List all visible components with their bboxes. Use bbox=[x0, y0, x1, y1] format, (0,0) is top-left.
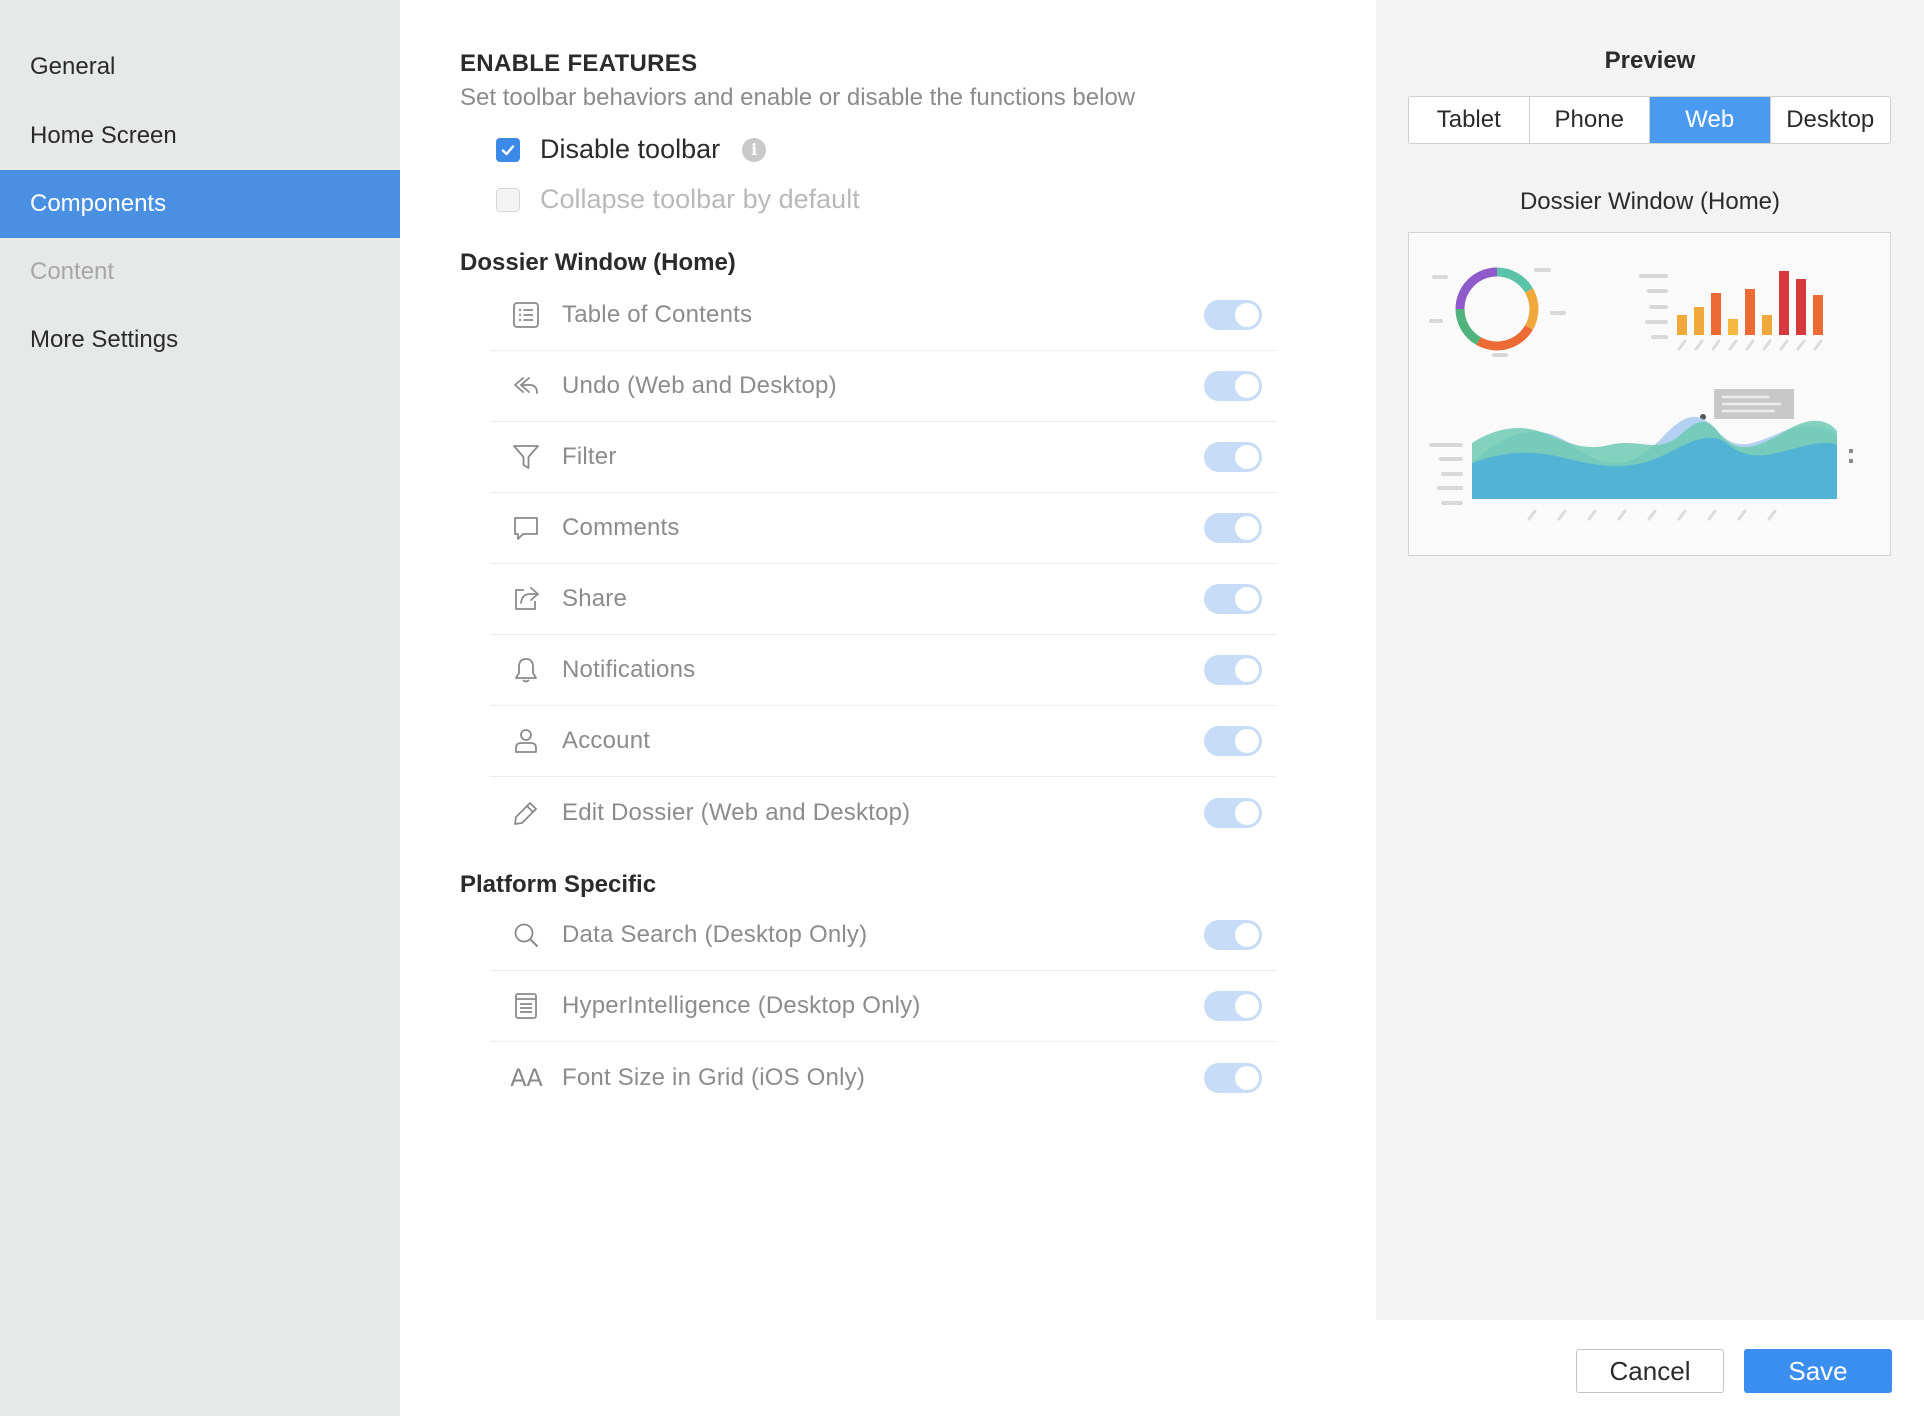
toggle-knob bbox=[1235, 729, 1259, 753]
font-size-icon-text: AA bbox=[510, 1063, 543, 1092]
feature-label: Filter bbox=[562, 443, 617, 470]
checkmark-icon bbox=[501, 144, 515, 155]
tab-desktop[interactable]: Desktop bbox=[1771, 97, 1891, 143]
toggle-knob bbox=[1235, 800, 1259, 825]
notifications-toggle bbox=[1204, 655, 1262, 685]
account-icon bbox=[506, 721, 546, 761]
sidebar-item-components[interactable]: Components bbox=[0, 170, 400, 238]
toggle-knob bbox=[1235, 374, 1259, 398]
feature-row-comments: Comments bbox=[490, 493, 1276, 564]
account-toggle bbox=[1204, 726, 1262, 756]
page-subtitle: Set toolbar behaviors and enable or disa… bbox=[460, 84, 1136, 111]
font-size-toggle bbox=[1204, 1062, 1262, 1093]
feature-label: Undo (Web and Desktop) bbox=[562, 372, 837, 399]
feature-row-undo: Undo (Web and Desktop) bbox=[490, 351, 1276, 422]
search-icon bbox=[506, 915, 546, 955]
hyperintelligence-icon bbox=[506, 986, 546, 1026]
save-button[interactable]: Save bbox=[1744, 1349, 1892, 1393]
dossier-preview-illustration bbox=[1408, 232, 1891, 556]
feature-row-filter: Filter bbox=[490, 422, 1276, 493]
edit-dossier-toggle bbox=[1204, 797, 1262, 828]
toggle-knob bbox=[1235, 445, 1259, 469]
feature-label: Edit Dossier (Web and Desktop) bbox=[562, 798, 911, 826]
feature-label: Share bbox=[562, 585, 628, 612]
feature-row-data-search: Data Search (Desktop Only) bbox=[490, 900, 1276, 971]
feature-row-table-of-contents: Table of Contents bbox=[490, 280, 1276, 351]
tab-web[interactable]: Web bbox=[1650, 97, 1771, 143]
preview-device-tabs: Tablet Phone Web Desktop bbox=[1408, 96, 1891, 144]
bell-icon bbox=[506, 650, 546, 690]
sidebar: General Home Screen Components Content M… bbox=[0, 0, 400, 1416]
font-size-icon: AA bbox=[506, 1058, 546, 1098]
dossier-illustration-graphic bbox=[1429, 267, 1853, 521]
sidebar-item-home-screen[interactable]: Home Screen bbox=[0, 102, 400, 170]
sidebar-item-general[interactable]: General bbox=[0, 33, 400, 101]
disable-toolbar-checkbox[interactable] bbox=[496, 137, 520, 162]
main-panel: ENABLE FEATURES Set toolbar behaviors an… bbox=[400, 0, 1376, 1416]
collapse-toolbar-checkbox bbox=[496, 187, 520, 212]
toggle-knob bbox=[1235, 1065, 1259, 1090]
data-search-toggle bbox=[1204, 920, 1262, 950]
platform-specific-heading: Platform Specific bbox=[460, 871, 657, 898]
disable-toolbar-label[interactable]: Disable toolbar bbox=[540, 134, 720, 165]
cancel-button[interactable]: Cancel bbox=[1576, 1349, 1724, 1393]
toggle-knob bbox=[1235, 923, 1259, 947]
preview-subtitle: Dossier Window (Home) bbox=[1519, 188, 1781, 215]
dossier-window-heading: Dossier Window (Home) bbox=[460, 249, 736, 276]
collapse-toolbar-row: Collapse toolbar by default bbox=[496, 184, 860, 215]
feature-label: HyperIntelligence (Desktop Only) bbox=[562, 992, 921, 1019]
disable-toolbar-row: Disable toolbar i bbox=[496, 134, 767, 165]
filter-toggle bbox=[1204, 442, 1262, 472]
pencil-icon bbox=[506, 793, 546, 833]
table-of-contents-icon bbox=[506, 295, 546, 335]
undo-icon bbox=[506, 366, 546, 406]
comments-toggle bbox=[1204, 513, 1262, 543]
tab-tablet[interactable]: Tablet bbox=[1409, 97, 1530, 143]
feature-label: Table of Contents bbox=[562, 301, 753, 328]
preview-panel: Preview Tablet Phone Web Desktop Dossier… bbox=[1376, 0, 1924, 1320]
preview-title: Preview bbox=[1604, 47, 1696, 74]
filter-icon bbox=[506, 437, 546, 477]
feature-row-notifications: Notifications bbox=[490, 635, 1276, 706]
sidebar-item-more-settings[interactable]: More Settings bbox=[0, 306, 400, 374]
feature-label: Comments bbox=[562, 514, 680, 541]
hyperintelligence-toggle bbox=[1204, 991, 1262, 1021]
feature-label: Account bbox=[562, 727, 651, 754]
tab-phone[interactable]: Phone bbox=[1530, 97, 1650, 143]
undo-toggle bbox=[1204, 371, 1262, 401]
info-icon[interactable]: i bbox=[742, 137, 767, 162]
table-of-contents-toggle bbox=[1204, 300, 1262, 330]
feature-row-hyperintelligence: HyperIntelligence (Desktop Only) bbox=[490, 971, 1276, 1042]
toggle-knob bbox=[1235, 994, 1259, 1018]
page-title: ENABLE FEATURES bbox=[460, 50, 698, 77]
toggle-knob bbox=[1235, 587, 1259, 611]
feature-label: Notifications bbox=[562, 656, 696, 683]
toggle-knob bbox=[1235, 658, 1259, 682]
feature-row-edit-dossier: Edit Dossier (Web and Desktop) bbox=[490, 777, 1276, 848]
collapse-toolbar-label: Collapse toolbar by default bbox=[540, 184, 860, 214]
feature-row-account: Account bbox=[490, 706, 1276, 777]
feature-label: Data Search (Desktop Only) bbox=[562, 921, 868, 948]
feature-label: Font Size in Grid (iOS Only) bbox=[562, 1063, 866, 1091]
feature-row-font-size: AA Font Size in Grid (iOS Only) bbox=[490, 1042, 1276, 1113]
share-icon bbox=[506, 579, 546, 619]
feature-row-share: Share bbox=[490, 564, 1276, 635]
share-toggle bbox=[1204, 584, 1262, 614]
toggle-knob bbox=[1235, 303, 1259, 327]
sidebar-item-content: Content bbox=[30, 258, 115, 285]
comments-icon bbox=[506, 508, 546, 548]
toggle-knob bbox=[1235, 516, 1259, 540]
